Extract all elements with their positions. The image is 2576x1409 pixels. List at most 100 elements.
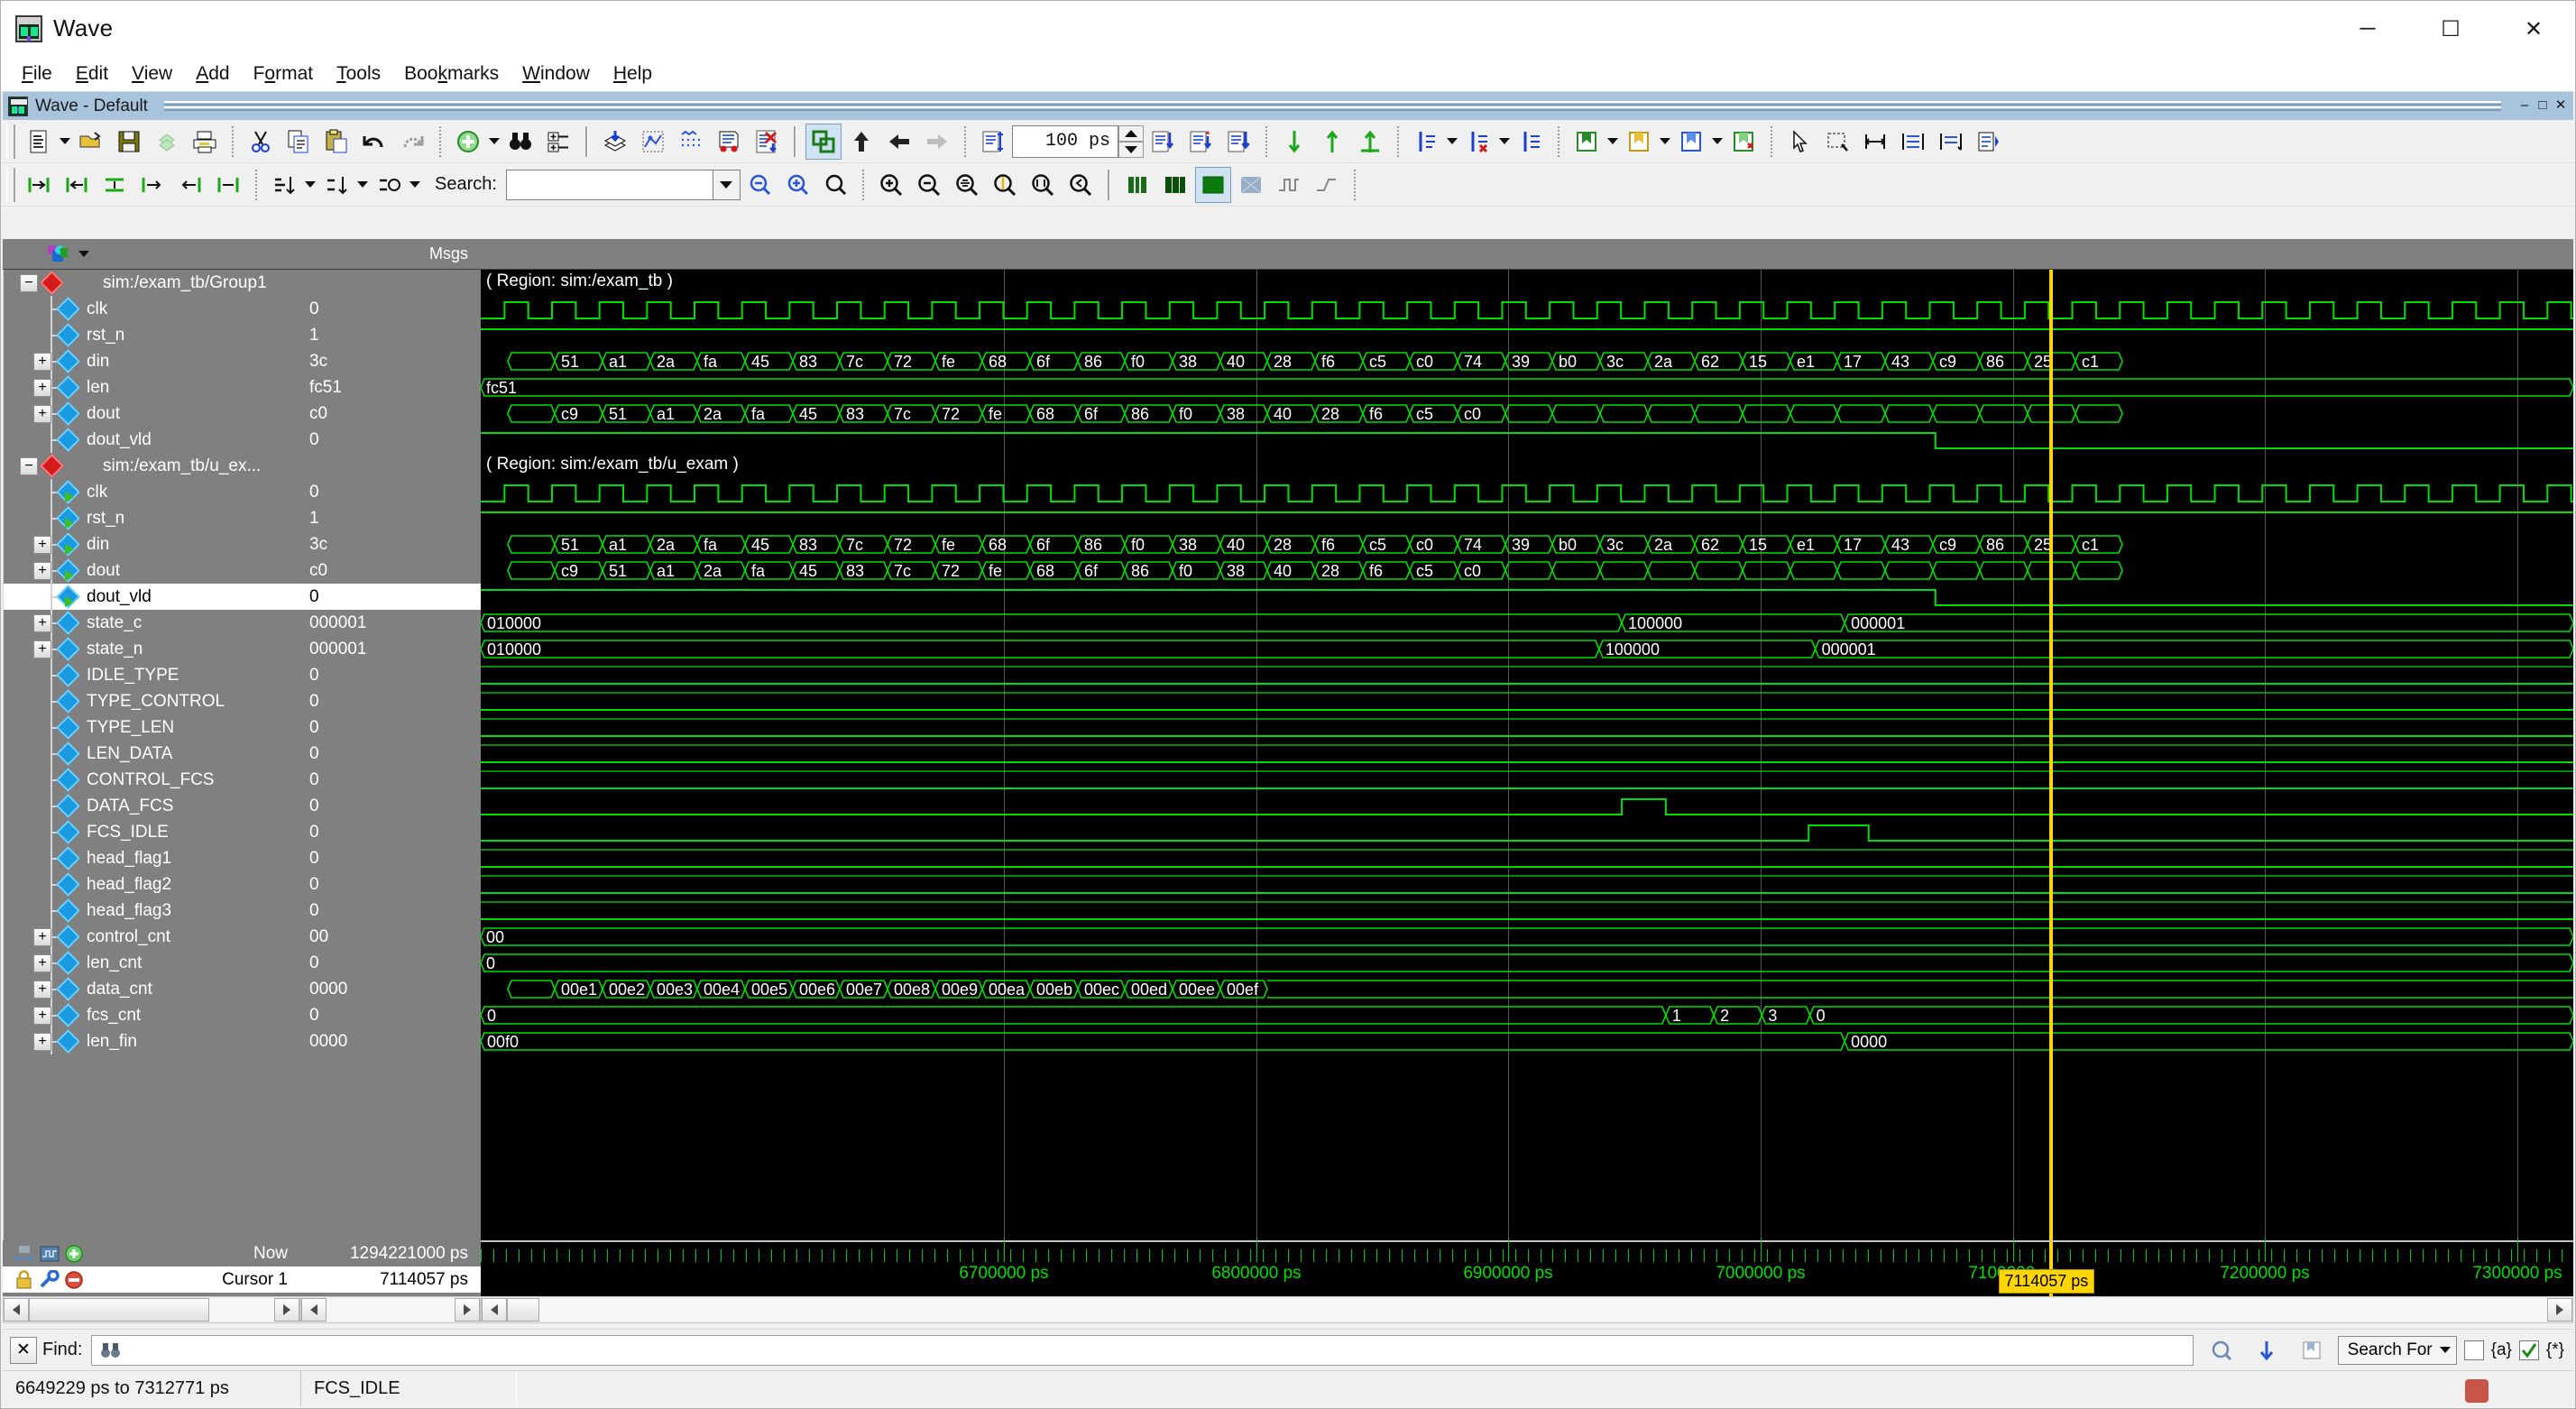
signal-row-data_cnt[interactable]: + data_cnt — [4, 976, 300, 1002]
format-gate-icon[interactable] — [1309, 167, 1345, 203]
signal-row-clk[interactable]: clk — [4, 296, 300, 322]
find-down-icon[interactable] — [2249, 1332, 2285, 1368]
radix-dropdown-icon[interactable] — [408, 167, 422, 203]
sort-dropdown-icon[interactable] — [303, 167, 317, 203]
paste-signal-icon[interactable] — [210, 167, 246, 203]
waveform-row-dout_vld-12[interactable] — [481, 584, 2573, 610]
signal-row-din[interactable]: + din — [4, 348, 300, 374]
waveform-row-clk-8[interactable] — [481, 479, 2573, 505]
signal-row-state_n[interactable]: + state_n — [4, 636, 300, 662]
waveform-row-len-4[interactable]: fc51 — [481, 374, 2573, 401]
wave-scroll-right[interactable] — [2547, 1298, 2572, 1322]
find-bookmark-icon[interactable] — [2294, 1332, 2330, 1368]
cursor-row[interactable]: Cursor 1 — [3, 1266, 300, 1293]
insert-cursor-dropdown-icon[interactable] — [1445, 124, 1459, 160]
waveform-row-fcs_cnt-28[interactable]: 0 1 2 3 0 — [481, 1002, 2573, 1028]
delete-cursor-icon[interactable] — [1460, 124, 1496, 160]
signal-row-state_c[interactable]: + state_c — [4, 610, 300, 636]
save-icon[interactable] — [111, 124, 147, 160]
search-input-wrap[interactable] — [505, 169, 713, 200]
expand-tree-icon[interactable] — [540, 124, 576, 160]
pane-minimize-button[interactable]: – — [2517, 97, 2532, 115]
expand-toggle[interactable]: + — [33, 562, 51, 580]
time-ruler[interactable]: 6700000 ps 6800000 ps 6900000 ps 7000000 ps… — [481, 1239, 2573, 1296]
menu-window[interactable]: Window — [511, 60, 602, 88]
menu-add[interactable]: Add — [184, 60, 241, 88]
find-binoculars-icon[interactable] — [502, 124, 538, 160]
find-case-checkbox[interactable] — [2463, 1340, 2484, 1360]
add-wave-dropdown-icon[interactable] — [487, 124, 501, 160]
new-document-icon[interactable] — [21, 124, 57, 160]
run-icon[interactable] — [1145, 124, 1181, 160]
minimize-button[interactable]: ─ — [2326, 1, 2409, 57]
cursor-down-icon[interactable] — [1276, 124, 1312, 160]
sort-icon[interactable] — [266, 167, 302, 203]
waveform-row-sim--exam_tb-u_ex----7[interactable]: ( Region: sim:/exam_tb/u_exam ) — [481, 453, 2573, 479]
signal-row-control_fcs[interactable]: CONTROL_FCS — [4, 767, 300, 793]
zoom-cursor-icon[interactable] — [987, 167, 1023, 203]
zoom-bookmark-dropdown-icon[interactable] — [1605, 124, 1620, 160]
menu-file[interactable]: File — [10, 60, 64, 88]
zoom-prev-icon[interactable] — [1673, 124, 1709, 160]
format-hatched-icon[interactable] — [1233, 167, 1269, 203]
signal-row-dout[interactable]: + dout — [4, 401, 300, 427]
waveform-row-data_fcs-20[interactable] — [481, 793, 2573, 819]
close-button[interactable]: ✕ — [2492, 1, 2575, 57]
redo-icon[interactable] — [394, 124, 430, 160]
expand-toggle[interactable]: + — [33, 405, 51, 423]
format-literal-icon[interactable] — [1119, 167, 1155, 203]
stepper-down[interactable] — [1118, 141, 1144, 158]
search-combo-arrow-icon[interactable] — [713, 169, 741, 200]
dataflow-icon[interactable] — [1933, 124, 1969, 160]
values-hscrollbar[interactable] — [300, 1296, 481, 1323]
search-input[interactable] — [506, 170, 713, 199]
radix-icon[interactable] — [371, 167, 407, 203]
expand-toggle[interactable]: + — [33, 614, 51, 632]
right-arrow-icon[interactable] — [919, 124, 955, 160]
waveform-row-head_flag1-22[interactable] — [481, 845, 2573, 871]
signal-row-type_control[interactable]: TYPE_CONTROL — [4, 688, 300, 714]
paste-icon[interactable] — [318, 124, 354, 160]
waveform-row-sim--exam_tb-group1-0[interactable]: ( Region: sim:/exam_tb ) — [481, 270, 2573, 296]
names-scroll-left[interactable] — [4, 1298, 29, 1322]
find-search-icon[interactable] — [2203, 1332, 2240, 1368]
signal-names-list[interactable]: − sim:/exam_tb/Group1 clk rst_n + din + len + dou… — [3, 270, 300, 1240]
names-scroll-right[interactable] — [274, 1298, 299, 1322]
ungroup-signals-icon[interactable] — [59, 167, 95, 203]
select-mode-icon[interactable] — [1781, 124, 1817, 160]
lock-cursor-icon[interactable] — [1513, 124, 1549, 160]
zoom-last-icon[interactable] — [1063, 167, 1099, 203]
menu-format[interactable]: Format — [242, 60, 326, 88]
compare-icon[interactable] — [805, 123, 842, 160]
signal-row-din[interactable]: + din — [4, 531, 300, 557]
zoom-prev-dropdown-icon[interactable] — [1710, 124, 1725, 160]
left-arrow-icon[interactable] — [881, 124, 917, 160]
zoom-out-icon[interactable] — [911, 167, 947, 203]
cursor-up-icon[interactable] — [1314, 124, 1350, 160]
zoom-range-icon[interactable] — [1025, 167, 1061, 203]
undo-icon[interactable] — [356, 124, 392, 160]
cut-signal-icon[interactable] — [134, 167, 170, 203]
zoom-add-bookmark-icon[interactable] — [1621, 124, 1657, 160]
names-scroll-track[interactable] — [209, 1298, 274, 1322]
find-close-button[interactable]: ✕ — [10, 1336, 37, 1364]
waveform-compare-icon[interactable] — [1895, 124, 1931, 160]
cursor-time-flag[interactable]: 7114057 ps — [1998, 1269, 2095, 1294]
toolbar-handle[interactable] — [6, 124, 15, 159]
cursor-value-row[interactable]: 7114057 ps — [300, 1266, 481, 1293]
format-solid-icon[interactable] — [1194, 166, 1231, 203]
cursor-line[interactable] — [2048, 270, 2053, 1240]
maximize-button[interactable]: ☐ — [2409, 1, 2492, 57]
find-all-icon[interactable] — [817, 167, 853, 203]
group-signals-icon[interactable] — [21, 167, 57, 203]
pane-close-button[interactable]: ✕ — [2553, 97, 2568, 115]
find-prev-icon[interactable] — [741, 167, 777, 203]
copy-icon[interactable] — [281, 124, 317, 160]
grid-icon[interactable] — [673, 124, 709, 160]
waveform-row-control_fcs-19[interactable] — [481, 767, 2573, 793]
signal-row-fcs_cnt[interactable]: + fcs_cnt — [4, 1002, 300, 1028]
breakpoint-icon[interactable] — [711, 124, 747, 160]
signal-row-len_cnt[interactable]: + len_cnt — [4, 950, 300, 976]
waveform-row-state_c-13[interactable]: 010000 100000 000001 — [481, 610, 2573, 636]
zoom-in-icon[interactable] — [873, 167, 909, 203]
